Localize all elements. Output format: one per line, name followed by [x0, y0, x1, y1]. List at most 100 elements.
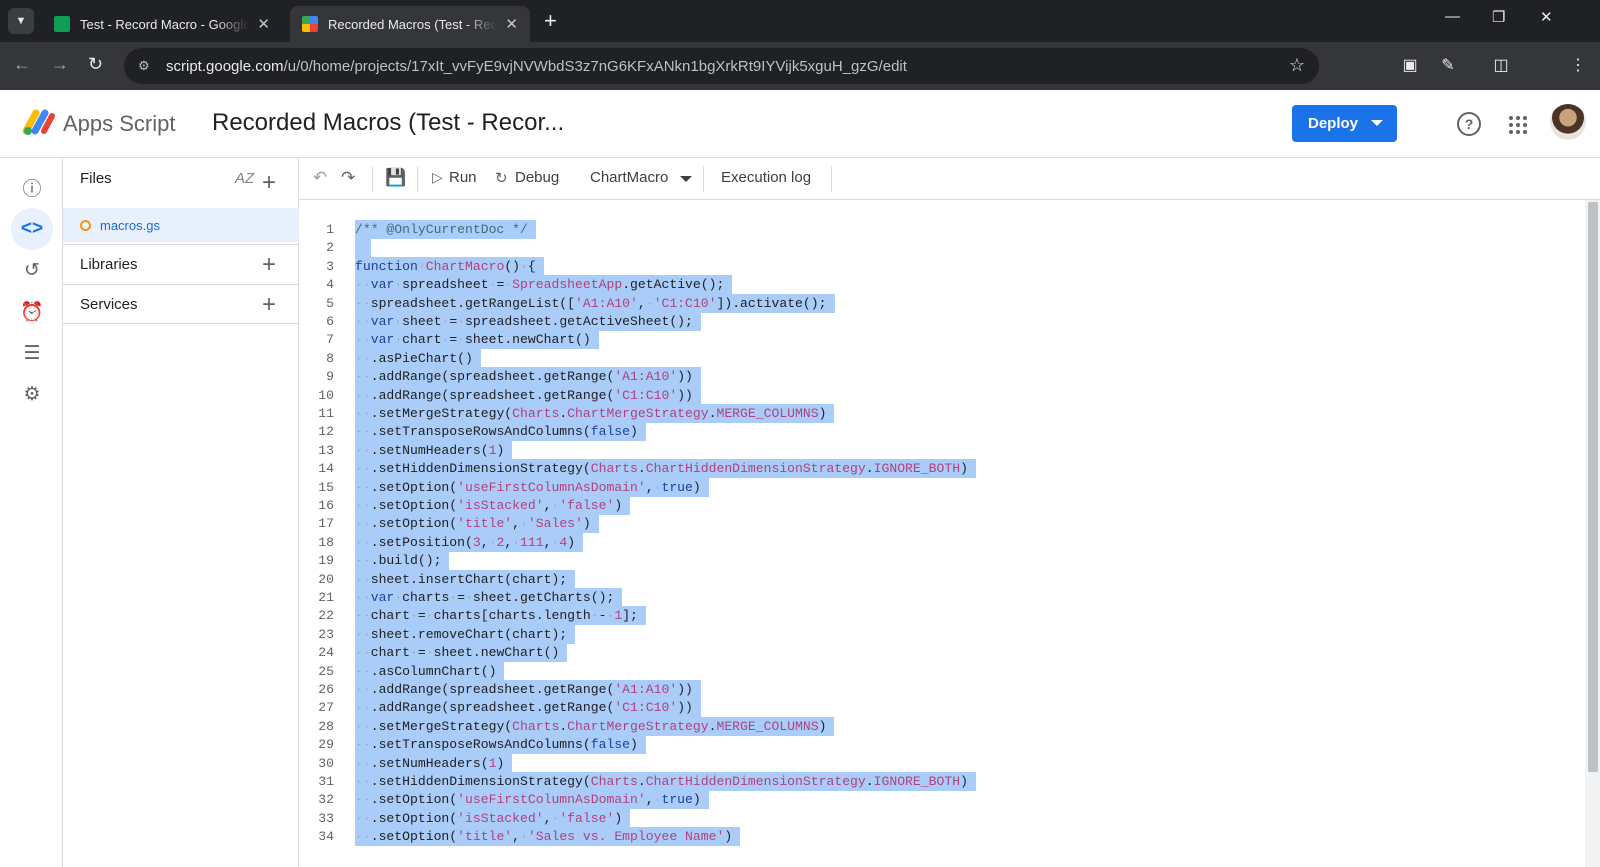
code-line[interactable]: 4 ··var·spreadsheet·=·SpreadsheetApp.getA…	[299, 275, 1585, 295]
function-select[interactable]: ChartMacro	[590, 169, 668, 186]
code-line[interactable]: 33 ··.setOption('isStacked',·'false')	[299, 808, 1585, 828]
services-section: Services +	[63, 284, 299, 324]
line-number: 22	[318, 608, 334, 624]
line-number: 4	[326, 277, 334, 293]
line-number: 25	[318, 663, 334, 679]
extensions-puzzle-icon[interactable]: ✎	[1437, 55, 1459, 77]
code-line[interactable]: 6 ··var·sheet·=·spreadsheet.getActiveShee…	[299, 312, 1585, 331]
code-line[interactable]: 15 ··.setOption('useFirstColumnAsDomain',…	[299, 477, 1585, 497]
code-editor[interactable]: 1 /** @OnlyCurrentDoc */ 2 3 function·Chart…	[299, 200, 1585, 867]
code-text: ··.setOption('isStacked',·'false')	[355, 496, 631, 515]
close-tab-icon[interactable]: ✕	[505, 15, 518, 33]
close-window-icon[interactable]: ✕	[1540, 8, 1553, 26]
line-number: 19	[318, 553, 334, 569]
forward-icon[interactable]: →	[51, 54, 69, 75]
file-item-macros[interactable]: macros.gs	[63, 208, 299, 242]
code-line[interactable]: 2	[299, 238, 1585, 258]
add-file-button[interactable]: +	[262, 171, 276, 195]
code-line[interactable]: 5 ··spreadsheet.getRangeList(['A1:A10',·'…	[299, 293, 1585, 313]
code-line[interactable]: 17 ··.setOption('title',·'Sales')	[299, 514, 1585, 534]
overview-info-icon[interactable]: ⓘ	[11, 166, 53, 208]
code-line[interactable]: 10 ··.addRange(spreadsheet.getRange('C1:C…	[299, 385, 1585, 405]
deploy-button[interactable]: Deploy	[1292, 105, 1397, 142]
code-line[interactable]: 29 ··.setTransposeRowsAndColumns(false)	[299, 735, 1585, 755]
site-info-icon[interactable]: ⚙	[138, 58, 156, 74]
code-line[interactable]: 20 ··sheet.insertChart(chart);	[299, 569, 1585, 589]
code-line[interactable]: 25 ··.asColumnChart()	[299, 661, 1585, 681]
app-name: Apps Script	[63, 111, 176, 136]
left-nav-rail: ⓘ <> ↺ ⏰ ☰ ⚙	[0, 158, 63, 867]
code-line[interactable]: 12 ··.setTransposeRowsAndColumns(false)	[299, 422, 1585, 442]
restore-icon[interactable]: ❐	[1492, 8, 1505, 26]
debug-button[interactable]: Debug	[515, 169, 559, 186]
run-button[interactable]: Run	[449, 169, 477, 186]
redo-icon[interactable]: ↷	[341, 168, 355, 188]
sort-az-icon[interactable]: AZ	[235, 170, 254, 187]
back-icon[interactable]: ←	[13, 54, 31, 75]
chrome-menu-icon[interactable]: ⋮	[1567, 55, 1589, 77]
tab-apps-script[interactable]: Recorded Macros (Test - Record Macro) ✕	[290, 6, 530, 42]
code-line[interactable]: 14 ··.setHiddenDimensionStrategy(Charts.C…	[299, 459, 1585, 479]
line-number: 6	[326, 314, 334, 329]
code-line[interactable]: 34 ··.setOption('title',·'Sales vs. Emplo…	[299, 827, 1585, 847]
code-line[interactable]: 31 ··.setHiddenDimensionStrategy(Charts.C…	[299, 772, 1585, 791]
editor-scrollbar-thumb[interactable]	[1588, 202, 1598, 772]
close-tab-icon[interactable]: ✕	[257, 15, 270, 33]
bookmark-star-icon[interactable]: ☆	[1289, 55, 1305, 76]
code-line[interactable]: 28 ··.setMergeStrategy(Charts.ChartMergeS…	[299, 716, 1585, 736]
undo-icon[interactable]: ↶	[313, 168, 327, 188]
code-line[interactable]: 19 ··.build();	[299, 551, 1585, 571]
code-line[interactable]: 24 ··chart·=·sheet.newChart()	[299, 643, 1585, 663]
account-avatar[interactable]	[1550, 104, 1586, 140]
project-title[interactable]: Recorded Macros (Test - Recor...	[212, 109, 564, 137]
triggers-alarm-icon[interactable]: ⏰	[11, 291, 53, 333]
code-line[interactable]: 11 ··.setMergeStrategy(Charts.ChartMergeS…	[299, 404, 1585, 423]
editor-code-icon[interactable]: <>	[11, 208, 53, 250]
line-number: 15	[318, 479, 334, 495]
add-library-button[interactable]: +	[262, 253, 276, 277]
code-line[interactable]: 27 ··.addRange(spreadsheet.getRange('C1:C…	[299, 698, 1585, 718]
line-number: 24	[318, 645, 334, 661]
code-line[interactable]: 22 ··chart·=·charts[charts.length·-·1];	[299, 606, 1585, 626]
reload-icon[interactable]: ↻	[88, 54, 103, 75]
code-text: ··var·charts·=·sheet.getCharts();	[355, 588, 623, 607]
code-line[interactable]: 30 ··.setNumHeaders(1)	[299, 753, 1585, 773]
settings-gear-icon[interactable]: ⚙	[11, 373, 53, 415]
tab-sheets[interactable]: Test - Record Macro - Google Sheets ✕	[42, 6, 282, 42]
add-service-button[interactable]: +	[262, 293, 276, 317]
code-line[interactable]: 18 ··.setPosition(3,·2,·111,·4)	[299, 532, 1585, 552]
code-line[interactable]: 23 ··sheet.removeChart(chart);	[299, 624, 1585, 644]
code-text: ··.asPieChart()	[355, 348, 481, 368]
google-apps-icon[interactable]	[1509, 116, 1527, 134]
code-text: ··.addRange(spreadsheet.getRange('C1:C10…	[355, 698, 701, 718]
code-line[interactable]: 9 ··.addRange(spreadsheet.getRange('A1:A1…	[299, 367, 1585, 387]
new-tab-button[interactable]: +	[544, 9, 557, 33]
code-text	[355, 238, 371, 258]
history-icon[interactable]: ↺	[11, 249, 53, 291]
code-line[interactable]: 13 ··.setNumHeaders(1)	[299, 440, 1585, 460]
code-line[interactable]: 16 ··.setOption('isStacked',·'false')	[299, 496, 1585, 515]
help-icon[interactable]: ?	[1457, 112, 1481, 136]
execution-log-button[interactable]: Execution log	[721, 169, 811, 186]
executions-list-icon[interactable]: ☰	[11, 332, 53, 374]
code-text: ··.setMergeStrategy(Charts.ChartMergeStr…	[355, 716, 835, 736]
side-panel-icon[interactable]: ◫	[1490, 55, 1512, 77]
code-line[interactable]: 26 ··.addRange(spreadsheet.getRange('A1:A…	[299, 680, 1585, 699]
line-number: 20	[318, 571, 334, 587]
extension-icon[interactable]: ▣	[1399, 55, 1421, 77]
code-line[interactable]: 7 ··var·chart·=·sheet.newChart()	[299, 330, 1585, 350]
tab-search-button[interactable]: ▼	[8, 8, 34, 34]
line-number: 21	[318, 590, 334, 605]
save-icon[interactable]: 💾	[385, 168, 406, 188]
code-line[interactable]: 1 /** @OnlyCurrentDoc */	[299, 220, 1585, 239]
code-line[interactable]: 3 function·ChartMacro()·{	[299, 256, 1585, 276]
line-number: 13	[318, 442, 334, 458]
code-text: ··.setNumHeaders(1)	[355, 440, 513, 460]
code-line[interactable]: 21 ··var·charts·=·sheet.getCharts();	[299, 588, 1585, 607]
code-line[interactable]: 32 ··.setOption('useFirstColumnAsDomain',…	[299, 790, 1585, 810]
code-text: ··var·spreadsheet·=·SpreadsheetApp.getAc…	[355, 275, 733, 295]
minimize-icon[interactable]: —	[1445, 8, 1460, 25]
address-bar[interactable]: ⚙ script.google.com/u/0/home/projects/17…	[124, 48, 1319, 84]
code-text: ··.asColumnChart()	[355, 661, 505, 681]
code-line[interactable]: 8 ··.asPieChart()	[299, 348, 1585, 368]
